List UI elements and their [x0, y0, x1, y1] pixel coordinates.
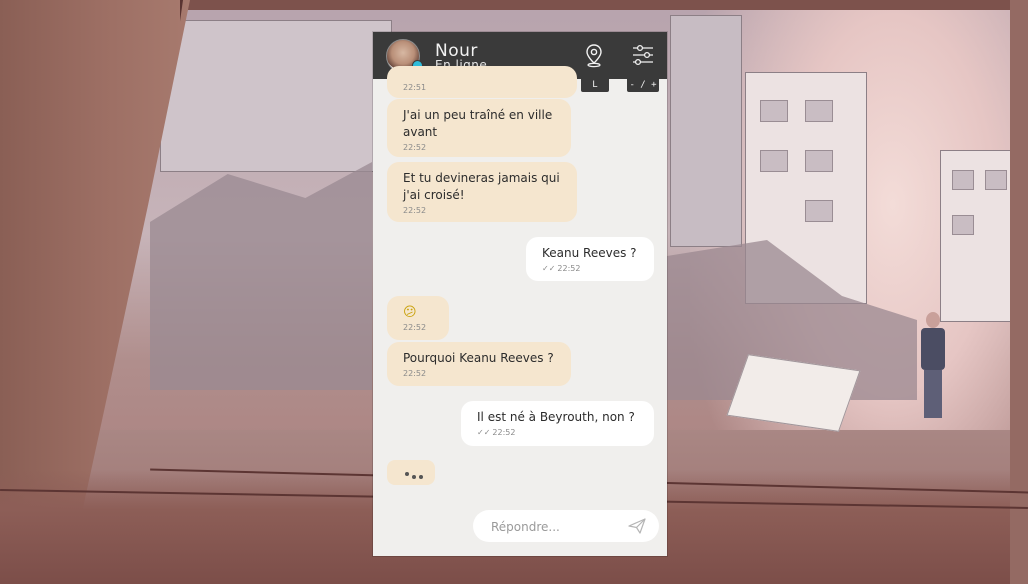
message-text: J'ai un peu traîné en ville avant — [403, 108, 553, 139]
message-time: ✓✓ 22:52 — [542, 264, 581, 273]
sliders-icon[interactable] — [630, 42, 656, 68]
chat-window: Nour En ligne L - / + 22:51 J'ai un peu … — [373, 32, 667, 556]
building-window — [760, 100, 788, 122]
message-time: 22:52 — [403, 369, 427, 378]
building-window — [805, 150, 833, 172]
building-window — [805, 100, 833, 122]
building-window — [760, 150, 788, 172]
building — [670, 15, 742, 247]
message-bubble-outgoing: Il est né à Beyrouth, non ? ✓✓ 22:52 — [461, 401, 654, 446]
message-emoji: 😕 — [403, 305, 417, 320]
message-bubble-incoming: J'ai un peu traîné en ville avant 22:52 — [387, 99, 571, 157]
building — [160, 20, 392, 172]
building-window — [985, 170, 1007, 190]
message-time: 22:51 — [403, 83, 427, 92]
location-tab[interactable]: L — [581, 79, 609, 92]
message-text: Pourquoi Keanu Reeves ? — [403, 351, 554, 365]
location-pin-icon[interactable] — [581, 42, 607, 68]
reply-box — [473, 510, 659, 542]
message-text: Keanu Reeves ? — [542, 246, 637, 260]
window-frame-right — [1010, 0, 1028, 584]
send-icon[interactable] — [628, 518, 646, 534]
zoom-tab[interactable]: - / + — [627, 79, 659, 92]
building-window — [805, 200, 833, 222]
building-window — [952, 170, 974, 190]
pedestrian — [918, 312, 948, 422]
read-receipt-icon: ✓✓ — [542, 264, 556, 273]
typing-indicator — [387, 460, 435, 485]
message-bubble-outgoing: Keanu Reeves ? ✓✓ 22:52 — [526, 237, 654, 281]
message-time: 22:52 — [403, 206, 427, 215]
message-time: 22:52 — [403, 143, 427, 152]
read-receipt-icon: ✓✓ — [477, 428, 491, 437]
message-bubble-incoming: 22:51 — [387, 66, 577, 98]
message-text: Et tu devineras jamais qui j'ai croisé! — [403, 171, 560, 202]
message-bubble-incoming: 😕 22:52 — [387, 296, 449, 340]
message-time: ✓✓ 22:52 — [477, 428, 516, 437]
message-bubble-incoming: Et tu devineras jamais qui j'ai croisé! … — [387, 162, 577, 222]
reply-input[interactable] — [489, 517, 623, 537]
message-text: Il est né à Beyrouth, non ? — [477, 410, 635, 424]
message-time: 22:52 — [403, 323, 427, 332]
message-bubble-incoming: Pourquoi Keanu Reeves ? 22:52 — [387, 342, 571, 386]
rubble-pile — [150, 162, 372, 390]
building-window — [952, 215, 974, 235]
